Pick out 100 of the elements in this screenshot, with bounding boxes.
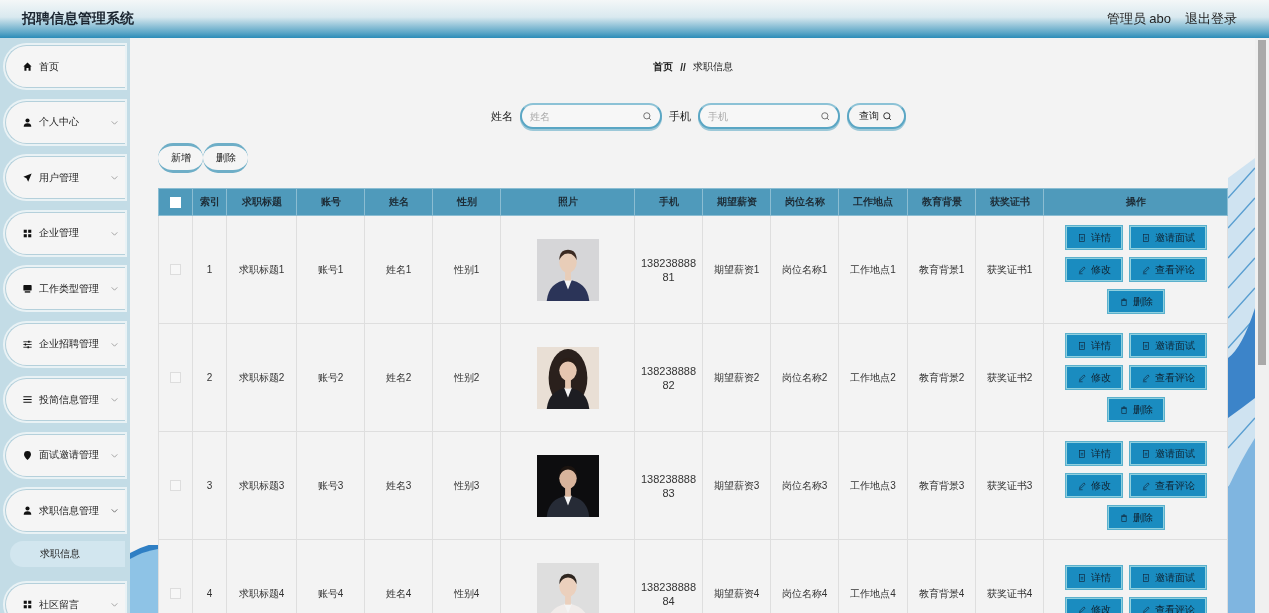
sliders-icon: [22, 338, 33, 350]
delete-button[interactable]: 删除: [203, 143, 248, 173]
select-all-checkbox[interactable]: [170, 196, 181, 208]
pen-icon: [1076, 604, 1087, 613]
document-icon: [1076, 340, 1087, 351]
sidebar-item[interactable]: 工作类型管理: [5, 267, 125, 310]
pin-icon: [22, 449, 33, 461]
table-cell: 13823888882: [634, 323, 703, 432]
action-button[interactable]: 邀请面试: [1129, 566, 1206, 589]
table-cell: 教育背景3: [907, 431, 976, 540]
action-button[interactable]: 详情: [1065, 334, 1122, 357]
table-cell: 期望薪资1: [702, 215, 771, 324]
action-button[interactable]: 详情: [1065, 566, 1122, 589]
trash-icon: [1118, 512, 1129, 523]
column-header: 手机: [634, 188, 703, 216]
document-icon: [1140, 232, 1151, 243]
table-cell: 岗位名称2: [770, 323, 839, 432]
table-cell: 求职标题2: [226, 323, 297, 432]
add-button[interactable]: 新增: [158, 143, 203, 173]
logout-link[interactable]: 退出登录: [1185, 10, 1237, 28]
sidebar-item[interactable]: 首页: [5, 45, 125, 88]
grid-icon: [22, 599, 33, 610]
monitor-icon: [22, 283, 33, 294]
row-checkbox[interactable]: [170, 372, 181, 383]
table-cell: 求职标题3: [226, 431, 297, 540]
row-checkbox[interactable]: [170, 480, 181, 491]
table-cell: 岗位名称3: [770, 431, 839, 540]
sidebar-item[interactable]: 社区留言: [5, 583, 125, 613]
action-button[interactable]: 查看评论: [1129, 258, 1206, 281]
search-field[interactable]: 姓名: [519, 103, 662, 129]
trash-icon: [1118, 296, 1129, 307]
document-icon: [1076, 232, 1087, 243]
table-cell: 期望薪资2: [702, 323, 771, 432]
table-cell: 1: [192, 215, 227, 324]
search-icon: [882, 110, 893, 122]
table-cell: 姓名1: [364, 215, 433, 324]
column-header: 工作地点: [838, 188, 908, 216]
breadcrumb-current: 求职信息: [692, 60, 733, 74]
row-checkbox[interactable]: [170, 264, 181, 275]
pen-icon: [1140, 372, 1151, 383]
table-cell: 账号3: [296, 431, 365, 540]
table-cell: 获奖证书2: [975, 323, 1044, 432]
action-button[interactable]: 查看评论: [1129, 598, 1206, 613]
sidebar-item[interactable]: 面试邀请管理: [5, 433, 125, 477]
pen-icon: [1140, 480, 1151, 491]
action-button[interactable]: 邀请面试: [1129, 442, 1206, 465]
document-icon: [1076, 572, 1087, 583]
sidebar-item[interactable]: 用户管理: [5, 156, 125, 199]
document-icon: [1076, 448, 1087, 459]
action-button[interactable]: 修改: [1065, 366, 1122, 389]
action-button[interactable]: 删除: [1107, 506, 1164, 529]
search-field[interactable]: 手机: [697, 103, 840, 129]
table-cell: 性别1: [432, 215, 501, 324]
row-checkbox[interactable]: [170, 588, 181, 599]
sidebar-item[interactable]: 企业管理: [5, 211, 125, 255]
action-button[interactable]: 删除: [1107, 398, 1164, 421]
action-button[interactable]: 详情: [1065, 226, 1122, 249]
table-cell: 教育背景1: [907, 215, 976, 324]
scrollbar-thumb[interactable]: [1258, 40, 1266, 365]
table-cell: 岗位名称1: [770, 215, 839, 324]
action-button[interactable]: 邀请面试: [1129, 226, 1206, 249]
column-header: 教育背景: [907, 188, 976, 216]
column-header: 求职标题: [226, 188, 297, 216]
submenu-item[interactable]: 求职信息: [10, 541, 125, 567]
user-icon: [22, 116, 33, 128]
column-header: 岗位名称: [770, 188, 839, 216]
chevron-icon: [110, 395, 119, 404]
action-button[interactable]: 查看评论: [1129, 366, 1206, 389]
table-cell: 教育背景2: [907, 323, 976, 432]
document-icon: [1140, 340, 1151, 351]
document-icon: [1140, 572, 1151, 583]
action-button[interactable]: 修改: [1065, 474, 1122, 497]
table-cell: 工作地点1: [838, 215, 908, 324]
table-cell: 工作地点3: [838, 431, 908, 540]
field-label: 姓名: [490, 108, 513, 124]
sidebar-item[interactable]: 投简信息管理: [5, 378, 125, 421]
table-cell: 13823888883: [634, 431, 703, 540]
sidebar-item[interactable]: 个人中心: [5, 100, 125, 144]
app-title: 招聘信息管理系统: [22, 10, 134, 28]
action-button[interactable]: 修改: [1065, 258, 1122, 281]
table-cell: 姓名3: [364, 431, 433, 540]
column-header: 性别: [432, 188, 501, 216]
action-button[interactable]: 详情: [1065, 442, 1122, 465]
action-button[interactable]: 查看评论: [1129, 474, 1206, 497]
search-button[interactable]: 查询: [846, 103, 906, 129]
column-header: 账号: [296, 188, 365, 216]
pen-icon: [1140, 604, 1151, 613]
action-button[interactable]: 删除: [1107, 290, 1164, 313]
trash-icon: [1118, 404, 1129, 415]
chevron-icon: [110, 600, 119, 609]
column-header: 操作: [1043, 188, 1228, 216]
breadcrumb-link[interactable]: 首页: [653, 60, 674, 74]
table-cell: 性别3: [432, 431, 501, 540]
breadcrumb-separator: //: [680, 61, 686, 73]
action-button[interactable]: 邀请面试: [1129, 334, 1206, 357]
table-cell: 2: [192, 323, 227, 432]
sidebar-item[interactable]: 企业招聘管理: [5, 322, 125, 366]
table-cell: 性别2: [432, 323, 501, 432]
sidebar-item[interactable]: 求职信息管理: [5, 489, 125, 532]
table-cell: 期望薪资3: [702, 431, 771, 540]
